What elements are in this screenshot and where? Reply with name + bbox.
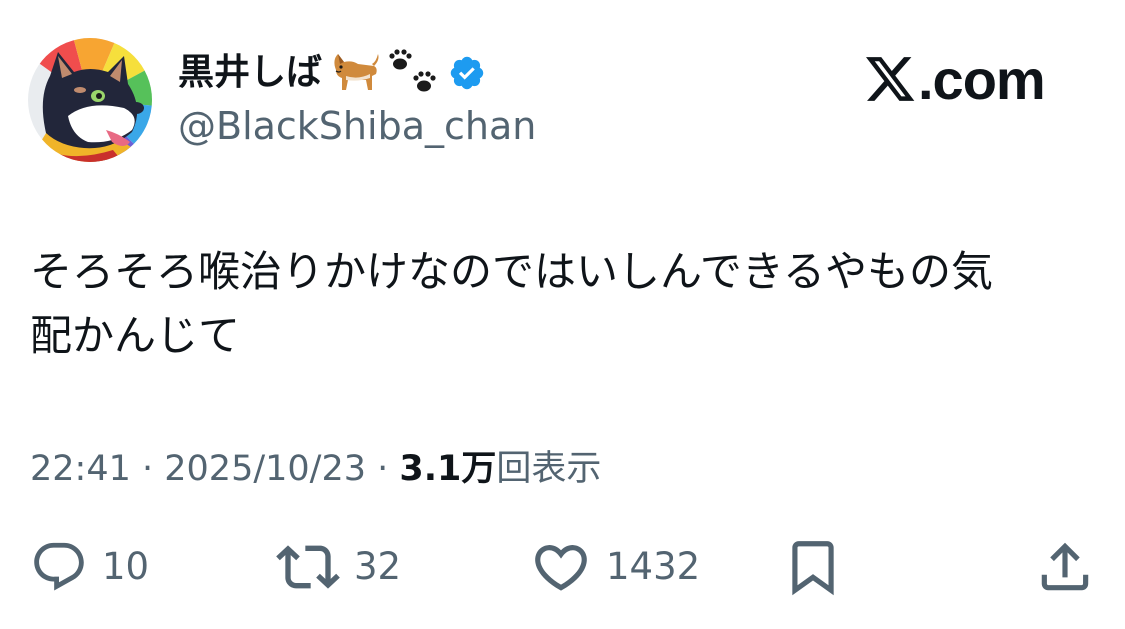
share-icon: [1034, 536, 1096, 598]
dog-emoji-icon: [328, 50, 380, 96]
share-button[interactable]: [1034, 535, 1096, 599]
action-bar: 10 32 1432: [0, 535, 1125, 599]
avatar[interactable]: [28, 38, 152, 162]
brand-logo: .com: [866, 48, 1046, 111]
tweet-text-line-2: 配かんじて: [30, 311, 241, 360]
reply-button[interactable]: 10: [30, 535, 149, 599]
tweet-text-line-1: そろそろ喉治りかけなのではいしんできるやもの気: [30, 247, 994, 296]
retweet-count: 32: [354, 545, 402, 588]
author-display-name[interactable]: 黒井しば: [178, 48, 322, 98]
like-button[interactable]: 1432: [530, 535, 700, 599]
tweet-meta: 22:41 · 2025/10/23 · 3.1万回表示: [30, 446, 601, 492]
paw-prints-icon: [386, 48, 442, 98]
meta-separator: ·: [130, 449, 165, 489]
verified-badge-icon[interactable]: [448, 54, 486, 92]
author-name-row[interactable]: 黒井しば: [178, 48, 486, 98]
bookmark-button[interactable]: [782, 535, 844, 599]
reply-count: 10: [102, 545, 150, 588]
bookmark-icon: [782, 536, 844, 598]
views-count: 3.1万: [399, 449, 497, 489]
brand-suffix: .com: [918, 48, 1046, 111]
author-handle[interactable]: @BlackShiba_chan: [178, 103, 536, 149]
like-count: 1432: [606, 545, 701, 588]
reply-icon: [30, 538, 88, 596]
tweet-text: そろそろ喉治りかけなのではいしんできるやもの気 配かんじて: [30, 240, 1090, 368]
retweet-icon: [276, 535, 340, 599]
heart-icon: [530, 536, 592, 598]
tweet-time[interactable]: 22:41: [30, 449, 131, 489]
views-label: 回表示: [496, 449, 602, 489]
tweet-date[interactable]: 2025/10/23: [164, 449, 366, 489]
retweet-button[interactable]: 32: [276, 535, 401, 599]
x-logo-icon: [866, 57, 916, 103]
meta-separator: ·: [366, 449, 400, 489]
avatar-image: [28, 38, 152, 162]
